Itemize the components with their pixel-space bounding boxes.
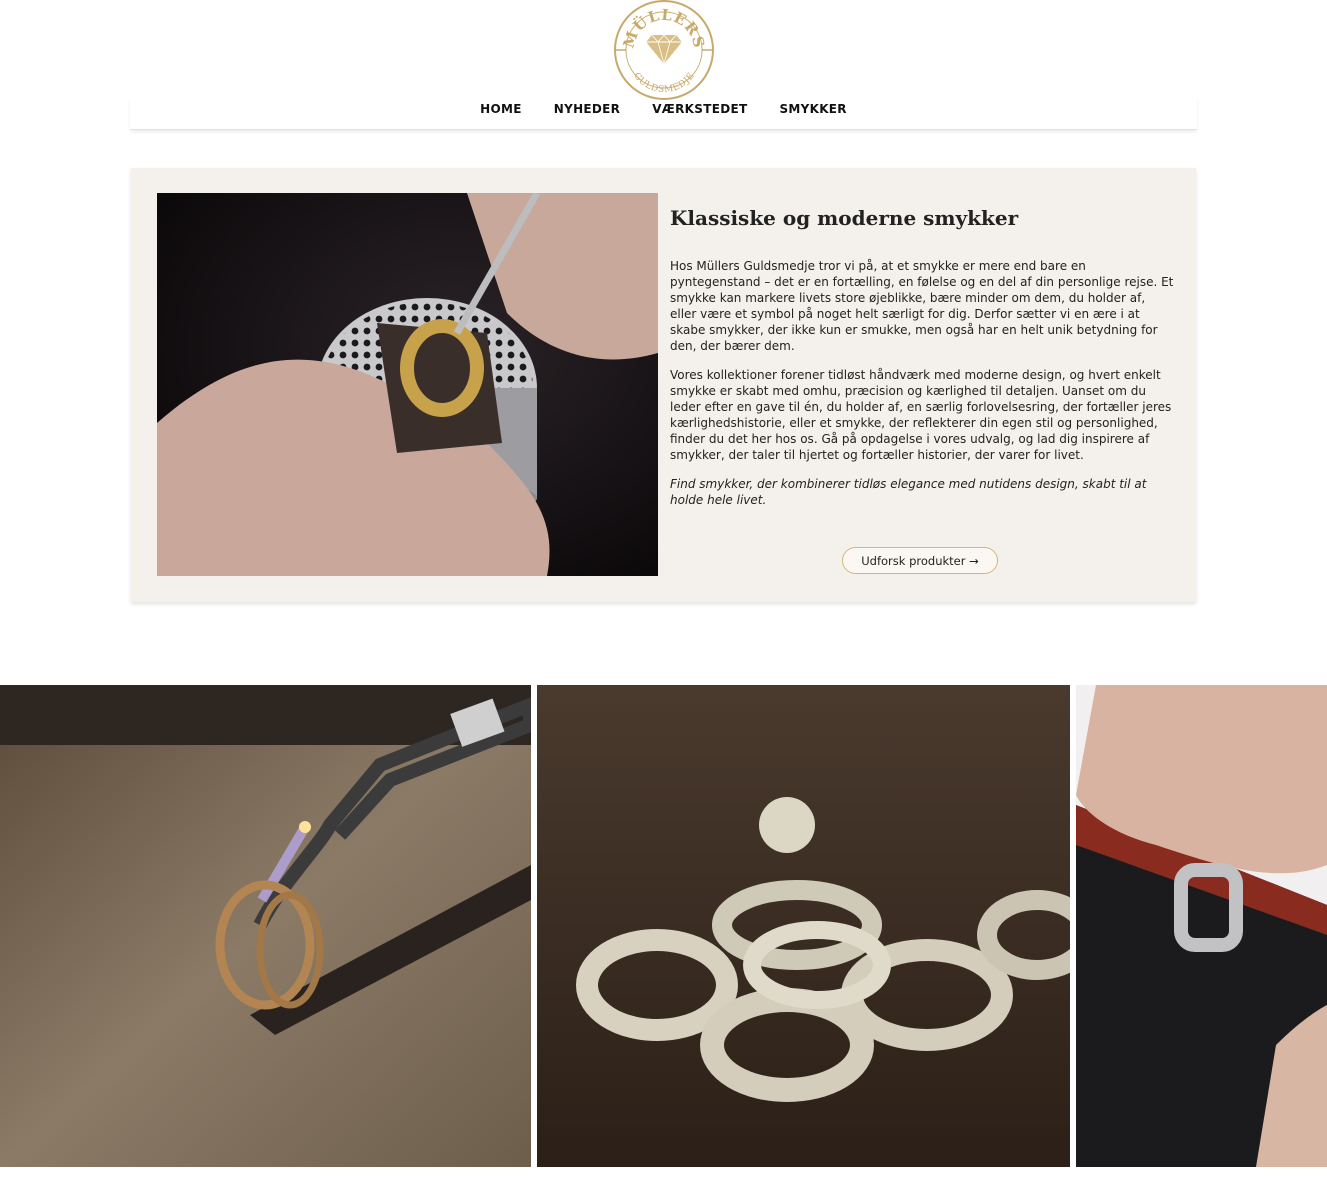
feature-text: Hos Müllers Guldsmedje tror vi på, at et…: [670, 258, 1175, 521]
brand-logo[interactable]: MÜLLERS GULDSMEDJE: [612, 0, 716, 102]
feature-paragraph: Vores kollektioner forener tidløst håndv…: [670, 368, 1172, 462]
nav-home[interactable]: HOME: [464, 98, 538, 129]
gallery-photo-soldering[interactable]: [0, 685, 531, 1167]
nav-smykker[interactable]: SMYKKER: [763, 98, 862, 129]
nav-nyheder[interactable]: NYHEDER: [538, 98, 636, 129]
feature-paragraph: Hos Müllers Guldsmedje tror vi på, at et…: [670, 259, 1174, 353]
nav-vaerkstedet[interactable]: VÆRKSTEDET: [636, 98, 763, 129]
gallery-photo-rings[interactable]: [537, 685, 1070, 1167]
main-nav: HOME NYHEDER VÆRKSTEDET SMYKKER: [130, 98, 1197, 130]
feature-title: Klassiske og moderne smykker: [670, 206, 1019, 230]
feature-card: Klassiske og moderne smykker Hos Müllers…: [131, 168, 1196, 602]
explore-products-button[interactable]: Udforsk produkter →: [842, 547, 998, 574]
photo-gallery: [0, 685, 1327, 1167]
gallery-photo-craft[interactable]: [1076, 685, 1327, 1167]
feature-tagline: Find smykker, der kombinerer tidløs eleg…: [670, 477, 1147, 507]
workshop-photo: [157, 193, 658, 576]
